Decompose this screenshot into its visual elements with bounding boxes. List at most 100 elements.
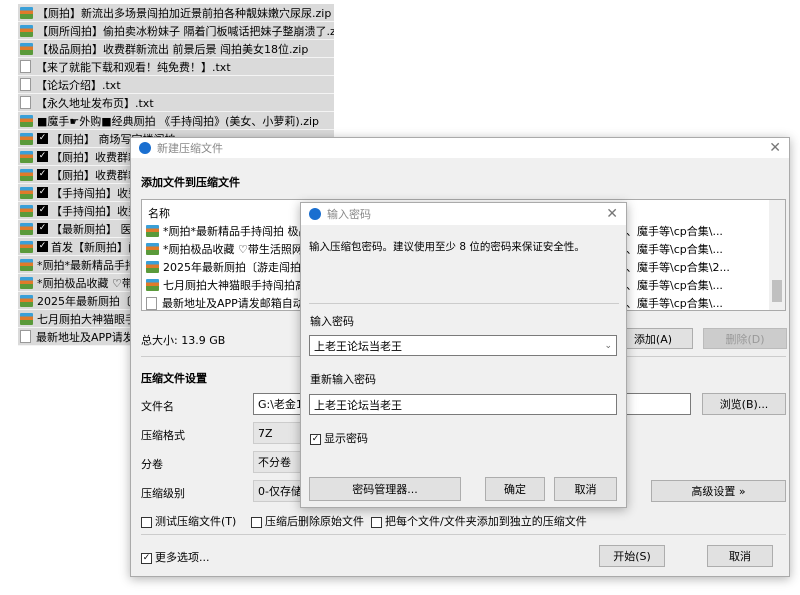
file-name: 【厕拍】收费群新 (51, 168, 139, 182)
zip-archive-icon (20, 204, 33, 217)
zip-archive-icon (146, 279, 159, 291)
delete-after-label: 压缩后删除原始文件 (265, 515, 364, 528)
archive-file-name: *厕拍极品收藏 ♡带生活照网红 (163, 243, 314, 256)
show-password-checkbox[interactable]: ✓ 显示密码 (310, 430, 368, 446)
archive-file-path: 、魔手等\cp合集\... (626, 225, 723, 238)
close-icon[interactable]: ✕ (606, 206, 618, 222)
text-file-icon (20, 330, 31, 343)
zip-archive-icon (20, 114, 33, 127)
file-name: 最新地址及APP请发邮 (36, 330, 145, 344)
file-row[interactable]: 【极品厕拍】收费群新流出 前景后景 闯拍美女18位.zip (18, 40, 334, 58)
total-size: 总大小: 13.9 GB (141, 334, 226, 347)
close-icon[interactable]: ✕ (769, 140, 781, 156)
section-add-heading: 添加文件到压缩文件 (141, 176, 240, 189)
title-bar: 新建压缩文件 ✕ (131, 138, 789, 158)
zip-archive-icon (20, 132, 33, 145)
checkmark-icon: ✓ (37, 169, 48, 180)
format-label: 压缩格式 (141, 429, 185, 442)
file-row[interactable]: 【厕所闯拍】偷拍卖冰粉妹子 隔着门板喊话把妹子整崩溃了.zip (18, 22, 334, 40)
split-label: 分卷 (141, 458, 163, 471)
zip-archive-icon (20, 168, 33, 181)
app-logo-icon (139, 142, 151, 154)
column-header-name[interactable]: 名称 (148, 205, 170, 221)
test-archive-label: 测试压缩文件(T) (155, 515, 237, 528)
file-name: 首发【新厕拍】闯 (51, 240, 139, 254)
password-title-bar: 输入密码 ✕ (301, 203, 626, 225)
file-name: 2025年最新厕拍〔游 (37, 294, 142, 308)
password-value: 上老王论坛当老王 (314, 339, 402, 353)
browse-button[interactable]: 浏览(B)... (702, 393, 786, 415)
reenter-password-input[interactable]: 上老王论坛当老王 (309, 394, 617, 415)
file-row[interactable]: 【来了就能下载和观看！纯免费！】.txt (18, 58, 334, 76)
archive-file-name: 最新地址及APP请发邮箱自动获 (162, 297, 315, 310)
file-name: 【极品厕拍】收费群新流出 前景后景 闯拍美女18位.zip (37, 42, 309, 56)
separate-archives-label: 把每个文件/文件夹添加到独立的压缩文件 (385, 515, 587, 528)
app-logo-icon (309, 208, 321, 220)
reenter-label: 重新输入密码 (310, 373, 376, 386)
zip-archive-icon (146, 261, 159, 273)
zip-archive-icon (20, 312, 33, 325)
file-name: *厕拍*最新精品手持 (37, 258, 136, 272)
delete-button[interactable]: 删除(D) (703, 328, 787, 349)
file-name: 【厕所闯拍】偷拍卖冰粉妹子 隔着门板喊话把妹子整崩溃了.zip (37, 24, 334, 38)
level-label: 压缩级别 (141, 487, 185, 500)
zip-archive-icon (146, 243, 159, 255)
file-row[interactable]: 【厕拍】新流出多场景闯拍加近景前拍各种靓妹嫩穴尿尿.zip (18, 4, 334, 22)
file-row[interactable]: ■魔手☛外购■经典厕拍 《手持闯拍》(美女、小萝莉).zip (18, 112, 334, 130)
archive-file-path: 、魔手等\cp合集\2... (626, 261, 730, 274)
file-name: 【永久地址发布页】.txt (36, 96, 154, 110)
zip-archive-icon (20, 42, 33, 55)
password-label: 输入密码 (310, 315, 354, 328)
file-name: 【手持闯拍】收费 (51, 204, 139, 218)
advanced-settings-button[interactable]: 高级设置 » (651, 480, 786, 502)
more-options-checkbox[interactable]: ✓ 更多选项... (141, 549, 210, 565)
checkmark-icon: ✓ (37, 151, 48, 162)
password-manager-button[interactable]: 密码管理器... (309, 477, 461, 501)
file-name: *厕拍极品收藏 ♡带 (37, 276, 133, 290)
file-name: 【厕拍】收费群新 (51, 150, 139, 164)
password-input[interactable]: 上老王论坛当老王 ⌄ (309, 335, 617, 356)
archive-file-path: 、魔手等\cp合集\... (626, 297, 723, 310)
zip-archive-icon (146, 225, 159, 237)
zip-archive-icon (20, 6, 33, 19)
delete-after-checkbox[interactable]: 压缩后删除原始文件 (251, 513, 364, 529)
file-name: 【论坛介绍】.txt (36, 78, 121, 92)
start-button[interactable]: 开始(S) (599, 545, 665, 567)
zip-archive-icon (20, 24, 33, 37)
zip-archive-icon (20, 222, 33, 235)
archive-file-path: 、魔手等\cp合集\... (626, 243, 723, 256)
chevron-down-icon[interactable]: ⌄ (604, 341, 612, 351)
zip-archive-icon (20, 294, 33, 307)
file-name: 【来了就能下载和观看！纯免费！】.txt (36, 60, 231, 74)
file-name: 【最新厕拍】 医院 (51, 222, 143, 236)
cancel-button[interactable]: 取消 (707, 545, 773, 567)
section-settings-heading: 压缩文件设置 (141, 372, 207, 385)
archive-file-name: 2025年最新厕拍〔游走闯拍〕高 (163, 261, 323, 274)
text-file-icon (146, 296, 157, 310)
ok-button[interactable]: 确定 (485, 477, 545, 501)
file-name: 【手持闯拍】收费 (51, 186, 139, 200)
scrollbar[interactable] (769, 200, 785, 310)
password-dialog-title: 输入密码 (327, 208, 371, 221)
checkmark-icon: ✓ (37, 205, 48, 216)
password-dialog: 输入密码 ✕ 输入压缩包密码。建议使用至少 8 位的密码来保证安全性。 输入密码… (300, 202, 627, 508)
zip-archive-icon (20, 276, 33, 289)
zip-archive-icon (20, 150, 33, 163)
archive-file-name: 七月厕拍大神猫眼手持闯拍高校 (163, 279, 317, 292)
text-file-icon (20, 96, 31, 109)
password-hint: 输入压缩包密码。建议使用至少 8 位的密码来保证安全性。 (309, 241, 585, 253)
test-archive-checkbox[interactable]: 测试压缩文件(T) (141, 513, 236, 529)
checkmark-icon: ✓ (37, 223, 48, 234)
zip-archive-icon (20, 186, 33, 199)
separate-archives-checkbox[interactable]: 把每个文件/文件夹添加到独立的压缩文件 (371, 513, 587, 529)
file-name: ■魔手☛外购■经典厕拍 《手持闯拍》(美女、小萝莉).zip (37, 114, 320, 128)
dialog-title: 新建压缩文件 (157, 142, 223, 155)
archive-file-path: 、魔手等\cp合集\... (626, 279, 723, 292)
text-file-icon (20, 60, 31, 73)
password-cancel-button[interactable]: 取消 (554, 477, 617, 501)
file-row[interactable]: 【永久地址发布页】.txt (18, 94, 334, 112)
text-file-icon (20, 78, 31, 91)
file-row[interactable]: 【论坛介绍】.txt (18, 76, 334, 94)
file-name: 【厕拍】新流出多场景闯拍加近景前拍各种靓妹嫩穴尿尿.zip (37, 6, 332, 20)
zip-archive-icon (20, 258, 33, 271)
